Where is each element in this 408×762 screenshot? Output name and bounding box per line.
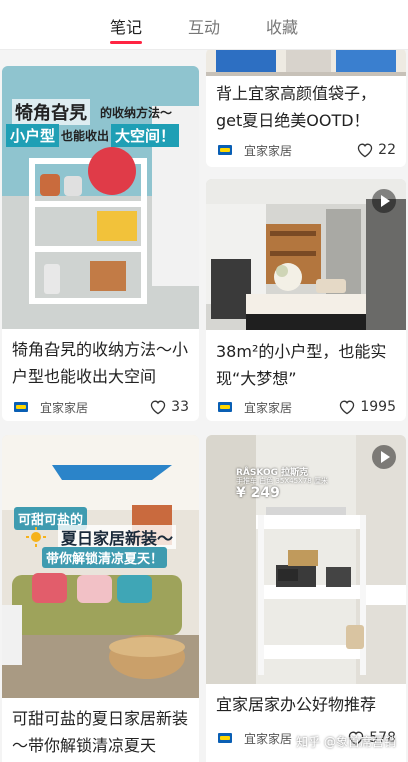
cover-headline-small-unit: 小户型 bbox=[6, 124, 60, 147]
note-title: 宜家居家办公好物推荐 bbox=[216, 695, 377, 714]
cover-headline-line1b: 的收纳方法～ bbox=[100, 106, 173, 120]
like-count: 1995 bbox=[360, 399, 396, 415]
note-card-bag[interactable]: 背上宜家高颜值袋子，get夏日绝美OOTD！ 宜家家居 22 bbox=[206, 50, 406, 167]
cover-headline-line2: 小户型 也能收出 大空间！ bbox=[6, 124, 180, 147]
heart-icon[interactable] bbox=[356, 142, 374, 158]
ikea-logo-icon bbox=[218, 733, 232, 743]
heart-icon[interactable] bbox=[149, 399, 167, 415]
profile-notes-page: 笔记 互动 收藏 犄角旮旯 的收纳方法～ 小户型 也能收出 大空间！ 犄角旮旯的… bbox=[0, 0, 408, 762]
video-play-icon[interactable] bbox=[372, 189, 396, 213]
ikea-logo-icon bbox=[218, 402, 232, 412]
tab-interactions[interactable]: 互动 bbox=[188, 14, 220, 44]
sun-icon bbox=[26, 527, 46, 547]
note-title: 38m²的小户型，也能实现“大梦想” bbox=[216, 342, 387, 388]
product-price: ¥ 249 bbox=[236, 485, 280, 501]
notes-feed[interactable]: 犄角旮旯 的收纳方法～ 小户型 也能收出 大空间！ 犄角旮旯的收纳方法～小户型也… bbox=[0, 50, 408, 762]
ikea-logo-icon bbox=[14, 402, 28, 412]
author-name[interactable]: 宜家家居 bbox=[40, 399, 149, 416]
cover-headline-line2: 夏日家居新装～ bbox=[58, 525, 177, 549]
top-tab-bar: 笔记 互动 收藏 bbox=[0, 0, 408, 50]
note-title: 背上宜家高颜值袋子，get夏日绝美OOTD！ bbox=[216, 84, 377, 130]
note-meta: 宜家家居 1995 bbox=[218, 396, 396, 418]
note-card-small-apartment[interactable]: 38m²的小户型，也能实现“大梦想” 宜家家居 1995 bbox=[206, 179, 406, 421]
like-count: 33 bbox=[171, 399, 189, 415]
note-card-summer-decor[interactable]: 可甜可盐的 夏日家居新装～ 带你解锁清凉夏天！ 可甜可盐的夏日家居新装～带你解锁… bbox=[2, 435, 199, 762]
heart-icon[interactable] bbox=[338, 399, 356, 415]
watermark: 知乎 @象首席营销 bbox=[296, 735, 396, 749]
note-cover-home-office: RÅSKOG 拉斯克 手推车 白色 35X45X78 厘米 ¥ 249 bbox=[206, 435, 406, 684]
note-title: 犄角旮旯的收纳方法～小户型也能收出大空间 bbox=[12, 340, 189, 386]
author-name[interactable]: 宜家家居 bbox=[244, 399, 338, 416]
cover-headline-line3: 带你解锁清凉夏天！ bbox=[42, 547, 168, 568]
note-card-home-office[interactable]: RÅSKOG 拉斯克 手推车 白色 35X45X78 厘米 ¥ 249 宜家居家… bbox=[206, 435, 406, 762]
tab-notes[interactable]: 笔记 bbox=[110, 14, 142, 44]
ikea-logo-icon bbox=[218, 145, 232, 155]
note-meta: 宜家家居 33 bbox=[14, 396, 189, 418]
note-cover-summer-decor: 可甜可盐的 夏日家居新装～ 带你解锁清凉夏天！ bbox=[2, 435, 199, 698]
note-cover-storage: 犄角旮旯 的收纳方法～ 小户型 也能收出 大空间！ bbox=[2, 66, 199, 329]
cover-headline-big-space: 大空间！ bbox=[111, 124, 180, 147]
note-meta: 宜家家居 22 bbox=[218, 139, 396, 161]
note-cover-bag bbox=[206, 50, 406, 76]
tab-favorites[interactable]: 收藏 bbox=[266, 14, 298, 44]
like-count: 22 bbox=[378, 142, 396, 158]
note-cover-small-apartment bbox=[206, 179, 406, 330]
note-title: 可甜可盐的夏日家居新装～带你解锁清凉夏天 bbox=[12, 709, 189, 755]
cover-headline-can-store: 也能收出 bbox=[61, 129, 110, 143]
author-name[interactable]: 宜家家居 bbox=[244, 142, 356, 159]
video-play-icon[interactable] bbox=[372, 445, 396, 469]
note-card-storage[interactable]: 犄角旮旯 的收纳方法～ 小户型 也能收出 大空间！ 犄角旮旯的收纳方法～小户型也… bbox=[2, 66, 199, 421]
cover-headline-line1: 犄角旮旯 bbox=[12, 99, 90, 125]
